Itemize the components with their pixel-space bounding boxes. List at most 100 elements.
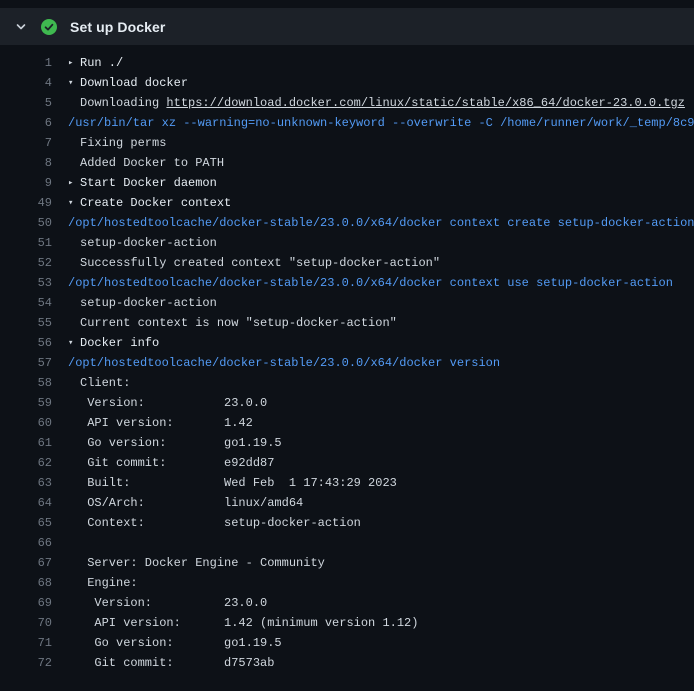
log-line: 5Downloading https://download.docker.com… [0,93,694,113]
line-content[interactable]: ▾Download docker [68,76,694,90]
line-number[interactable]: 66 [0,536,52,550]
step-title: Set up Docker [70,19,165,35]
line-number[interactable]: 65 [0,516,52,530]
line-content: API version: 1.42 [68,416,694,430]
log-line: 61 Go version: go1.19.5 [0,433,694,453]
line-number[interactable]: 68 [0,576,52,590]
log-line: 58Client: [0,373,694,393]
group-title: Start Docker daemon [80,176,217,190]
line-number[interactable]: 69 [0,596,52,610]
line-content: Successfully created context "setup-dock… [68,256,694,270]
line-number[interactable]: 72 [0,656,52,670]
line-number[interactable]: 9 [0,176,52,190]
log-line: 56 ▾Docker info [0,333,694,353]
line-number[interactable]: 59 [0,396,52,410]
line-number[interactable]: 58 [0,376,52,390]
download-link[interactable]: https://download.docker.com/linux/static… [166,96,684,110]
log-line: 67 Server: Docker Engine - Community [0,553,694,573]
line-content: Context: setup-docker-action [68,516,694,530]
line-number[interactable]: 4 [0,76,52,90]
group-title: Run ./ [80,56,123,70]
line-number[interactable]: 1 [0,56,52,70]
log-lines: 1▸Run ./4▾Download docker5Downloading ht… [0,53,694,673]
line-number[interactable]: 62 [0,456,52,470]
line-number[interactable]: 60 [0,416,52,430]
log-line: 1 ▸Run ./ [0,53,694,73]
group-title: Docker info [80,336,159,350]
line-content: Server: Docker Engine - Community [68,556,694,570]
line-content: Version: 23.0.0 [68,396,694,410]
line-number[interactable]: 57 [0,356,52,370]
log-line: 60 API version: 1.42 [0,413,694,433]
line-number[interactable]: 56 [0,336,52,350]
group-chevron-expanded-icon[interactable]: ▾ [68,338,80,348]
log-line: 4 ▾Download docker [0,73,694,93]
line-number[interactable]: 49 [0,196,52,210]
line-number[interactable]: 50 [0,216,52,230]
line-content[interactable]: ▸Start Docker daemon [68,176,694,190]
log-line: 62 Git commit: e92dd87 [0,453,694,473]
line-number[interactable]: 71 [0,636,52,650]
line-content: /opt/hostedtoolcache/docker-stable/23.0.… [68,356,694,370]
line-number[interactable]: 54 [0,296,52,310]
line-number[interactable]: 8 [0,156,52,170]
log-line: 66 [0,533,694,553]
log-line: 51 setup-docker-action [0,233,694,253]
line-number[interactable]: 5 [0,96,52,110]
line-content: API version: 1.42 (minimum version 1.12) [68,616,694,630]
group-chevron-collapsed-icon[interactable]: ▸ [68,178,80,188]
line-number[interactable]: 67 [0,556,52,570]
log-line: 72 Git commit: d7573ab [0,653,694,673]
log-line: 8 Added Docker to PATH [0,153,694,173]
line-number[interactable]: 52 [0,256,52,270]
log-line: 54 setup-docker-action [0,293,694,313]
line-number[interactable]: 53 [0,276,52,290]
line-content: Version: 23.0.0 [68,596,694,610]
group-title: Create Docker context [80,196,231,210]
log-line: 59 Version: 23.0.0 [0,393,694,413]
line-content: OS/Arch: linux/amd64 [68,496,694,510]
line-content: setup-docker-action [68,236,694,250]
log-line: 49 ▾Create Docker context [0,193,694,213]
log-line: 70 API version: 1.42 (minimum version 1.… [0,613,694,633]
line-content: Go version: go1.19.5 [68,436,694,450]
log-line: 6/usr/bin/tar xz --warning=no-unknown-ke… [0,113,694,133]
line-content[interactable]: ▾Docker info [68,336,694,350]
log-area: 1▸Run ./4▾Download docker5Downloading ht… [0,45,694,673]
line-content[interactable]: ▸Run ./ [68,56,694,70]
log-line: 52 Successfully created context "setup-do… [0,253,694,273]
log-line: 71 Go version: go1.19.5 [0,633,694,653]
line-number[interactable]: 63 [0,476,52,490]
line-content[interactable]: ▾Create Docker context [68,196,694,210]
line-number[interactable]: 51 [0,236,52,250]
line-content: Go version: go1.19.5 [68,636,694,650]
group-chevron-expanded-icon[interactable]: ▾ [68,78,80,88]
check-circle-success-icon [41,19,57,35]
line-content: Git commit: d7573ab [68,656,694,670]
line-content: /opt/hostedtoolcache/docker-stable/23.0.… [68,276,694,290]
log-line: 53/opt/hostedtoolcache/docker-stable/23.… [0,273,694,293]
group-chevron-collapsed-icon[interactable]: ▸ [68,58,80,68]
group-chevron-expanded-icon[interactable]: ▾ [68,198,80,208]
line-number[interactable]: 70 [0,616,52,630]
line-number[interactable]: 64 [0,496,52,510]
line-content: Fixing perms [68,136,694,150]
line-content: /opt/hostedtoolcache/docker-stable/23.0.… [68,216,694,230]
line-content: Current context is now "setup-docker-act… [68,316,694,330]
line-number[interactable]: 61 [0,436,52,450]
chevron-down-icon[interactable] [14,21,28,33]
line-number[interactable]: 55 [0,316,52,330]
group-title: Download docker [80,76,188,90]
line-content: Added Docker to PATH [68,156,694,170]
log-line: 9 ▸Start Docker daemon [0,173,694,193]
line-content: setup-docker-action [68,296,694,310]
log-line: 65 Context: setup-docker-action [0,513,694,533]
log-line: 63 Built: Wed Feb 1 17:43:29 2023 [0,473,694,493]
line-content: Built: Wed Feb 1 17:43:29 2023 [68,476,694,490]
log-line: 50/opt/hostedtoolcache/docker-stable/23.… [0,213,694,233]
line-number[interactable]: 7 [0,136,52,150]
log-line: 57/opt/hostedtoolcache/docker-stable/23.… [0,353,694,373]
step-header[interactable]: Set up Docker [0,8,694,45]
log-line: 68 Engine: [0,573,694,593]
line-number[interactable]: 6 [0,116,52,130]
